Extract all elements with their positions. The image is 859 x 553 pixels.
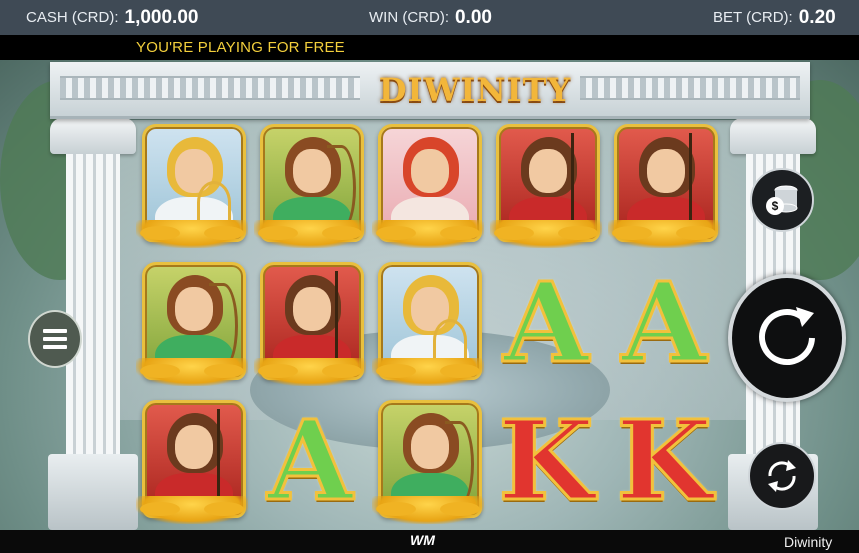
free-play-notice: YOU'RE PLAYING FOR FREE xyxy=(136,39,345,56)
win-label: WIN (CRD): xyxy=(369,9,449,26)
symbol-aphrodite xyxy=(372,120,484,254)
laurel-wreath xyxy=(372,358,484,386)
laurel-wreath xyxy=(608,220,720,248)
symbol-letter-a: A xyxy=(490,258,602,392)
provider-logo: WM xyxy=(410,532,435,548)
svg-text:$: $ xyxy=(772,199,779,213)
laurel-wreath xyxy=(136,358,248,386)
game-scene: DIWINITY AAKAK $ xyxy=(0,60,859,530)
spin-button[interactable] xyxy=(728,274,846,402)
symbol-artemis xyxy=(136,258,248,392)
game-name: Diwinity xyxy=(784,534,833,550)
temple-frieze: DIWINITY xyxy=(50,62,810,119)
symbol-letter-a: A xyxy=(608,258,720,392)
laurel-wreath xyxy=(136,496,248,524)
laurel-wreath xyxy=(254,358,366,386)
bottom-bar: WM Diwinity xyxy=(0,530,859,553)
symbol-letter-glyph: K xyxy=(497,396,596,525)
laurel-wreath xyxy=(372,220,484,248)
coin-stack-icon: $ xyxy=(766,185,798,215)
symbol-artemis xyxy=(372,396,484,530)
symbol-athena xyxy=(254,258,366,392)
menu-button[interactable] xyxy=(28,310,82,368)
hamburger-menu-icon xyxy=(43,329,67,333)
cash-label: CASH (CRD): xyxy=(26,9,119,26)
meander-pattern xyxy=(60,76,360,100)
symbol-letter-glyph: K xyxy=(615,396,714,525)
symbol-athena xyxy=(490,120,602,254)
spin-arrow-icon xyxy=(759,307,815,365)
cash-display: CASH (CRD): 1,000.00 xyxy=(26,0,198,35)
symbol-letter-a: A xyxy=(254,396,366,530)
free-play-bar: YOU'RE PLAYING FOR FREE xyxy=(0,35,859,60)
laurel-wreath xyxy=(490,220,602,248)
symbol-letter-glyph: A xyxy=(620,258,708,387)
symbol-letter-glyph: A xyxy=(266,396,354,525)
win-display: WIN (CRD): 0.00 xyxy=(369,0,492,35)
cash-value: 1,000.00 xyxy=(124,6,199,28)
symbol-letter-k: K xyxy=(608,396,720,530)
autoplay-arrows-icon xyxy=(768,460,796,492)
win-value: 0.00 xyxy=(454,6,492,28)
symbol-letter-k: K xyxy=(490,396,602,530)
laurel-wreath xyxy=(254,220,366,248)
bet-button[interactable]: $ xyxy=(750,168,814,232)
symbol-athena xyxy=(608,120,720,254)
bet-label: BET (CRD): xyxy=(713,9,793,26)
laurel-wreath xyxy=(372,496,484,524)
game-logo: DIWINITY xyxy=(378,71,572,109)
laurel-wreath xyxy=(136,220,248,248)
symbol-apollo xyxy=(372,258,484,392)
reel-grid: AAKAK xyxy=(136,116,724,530)
symbol-letter-glyph: A xyxy=(502,258,590,387)
meander-pattern xyxy=(580,76,800,100)
bet-value: 0.20 xyxy=(798,6,836,28)
symbol-apollo xyxy=(136,120,248,254)
bet-display: BET (CRD): 0.20 xyxy=(713,0,836,35)
autoplay-button[interactable] xyxy=(748,442,816,510)
symbol-athena xyxy=(136,396,248,530)
top-info-bar: CASH (CRD): 1,000.00 WIN (CRD): 0.00 BET… xyxy=(0,0,859,35)
symbol-artemis xyxy=(254,120,366,254)
